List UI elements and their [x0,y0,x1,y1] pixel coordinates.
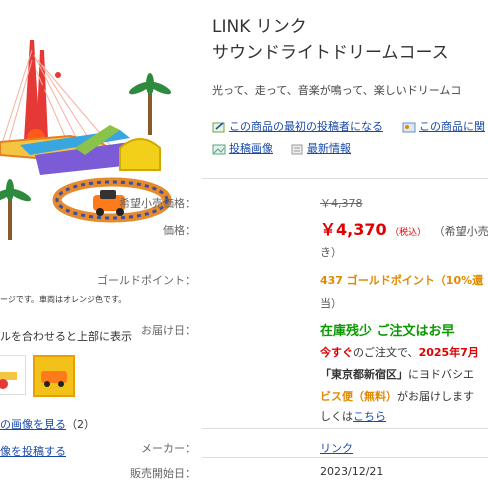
release-date: 2023/12/21 [320,465,384,478]
points-label: ゴールドポイント： [97,274,196,287]
price-note: （希望小売価格 [433,225,488,238]
price: ￥4,370 [320,220,387,239]
delivery-service: ビス便（無料） [320,390,397,403]
list-price: ￥4,378 [320,197,363,210]
image-icon [402,122,416,133]
image-caption: ージです。車両はオレンジ色です。 [0,295,127,304]
delivery-date: 2025年7月 [418,346,479,359]
service-row: ビス便（無料）がお届けします [320,388,474,404]
about-product-row: この商品に関 [402,118,485,134]
divider [202,457,488,458]
details-text: しくは [320,410,353,423]
latest-info-row: 最新情報 [290,140,351,156]
brand-title: LINK リンク [212,17,307,37]
price-row: ￥4,370 （税込） （希望小売価格 [320,216,488,240]
hover-hint: ルを合わせると上部に表示 [0,330,132,343]
thumbnail-2[interactable] [33,355,75,397]
document-icon [290,144,304,155]
delivery-label: お届け日： [141,324,196,337]
view-images-count: （2） [66,418,95,431]
view-images-row: の画像を見る（2） [0,416,95,432]
release-label: 販売開始日： [130,467,196,480]
about-product-link[interactable]: この商品に関 [419,120,485,133]
divider [202,178,488,179]
order-now-row: 今すぐのご注文で、2025年7月 [320,344,479,360]
review-icon [212,121,226,133]
latest-info-link[interactable]: 最新情報 [307,142,351,155]
maker-label: メーカー： [141,442,196,455]
price-label: 価格： [163,224,196,237]
address-row: 「東京都新宿区」にヨドバシエ [320,366,474,382]
points-cont: 当） [320,297,342,310]
first-reviewer-row: この商品の最初の投稿者になる [212,118,383,134]
post-image-row: 投稿画像 [212,140,273,156]
product-main-image[interactable] [0,30,180,245]
post-image-tab[interactable]: 投稿画像 [229,142,273,155]
tax-note: （税込） [390,228,427,238]
details-row: しくはこちら [320,408,386,424]
order-now: 今すぐ [320,346,353,359]
photo-icon [212,144,226,155]
here-link[interactable]: こちら [353,410,386,423]
maker-link[interactable]: リンク [320,440,353,456]
thumbnail-1[interactable] [0,355,26,395]
divider [202,428,488,429]
points-value: 437 ゴールドポイント（10%還 [320,274,484,287]
deliver-text: がお届けします [397,390,474,403]
delivery-to: にヨドバシエ [408,368,474,381]
post-image-link[interactable]: 像を投稿する [0,443,66,459]
delivery-address: 「東京都新宿区」 [320,368,408,381]
list-price-label: 希望小売価格： [119,197,196,210]
view-images-link[interactable]: の画像を見る [0,418,66,431]
order-now-rest: のご注文で、 [353,346,419,359]
catchcopy: 光って、走って、音楽が鳴って、楽しいドリームコ [212,84,462,97]
stock-status: 在庫残少 ご注文はお早 [320,324,455,339]
first-reviewer-link[interactable]: この商品の最初の投稿者になる [229,120,383,133]
product-title: サウンドライトドリームコース [212,43,449,63]
price-note-cont: き） [320,246,342,259]
